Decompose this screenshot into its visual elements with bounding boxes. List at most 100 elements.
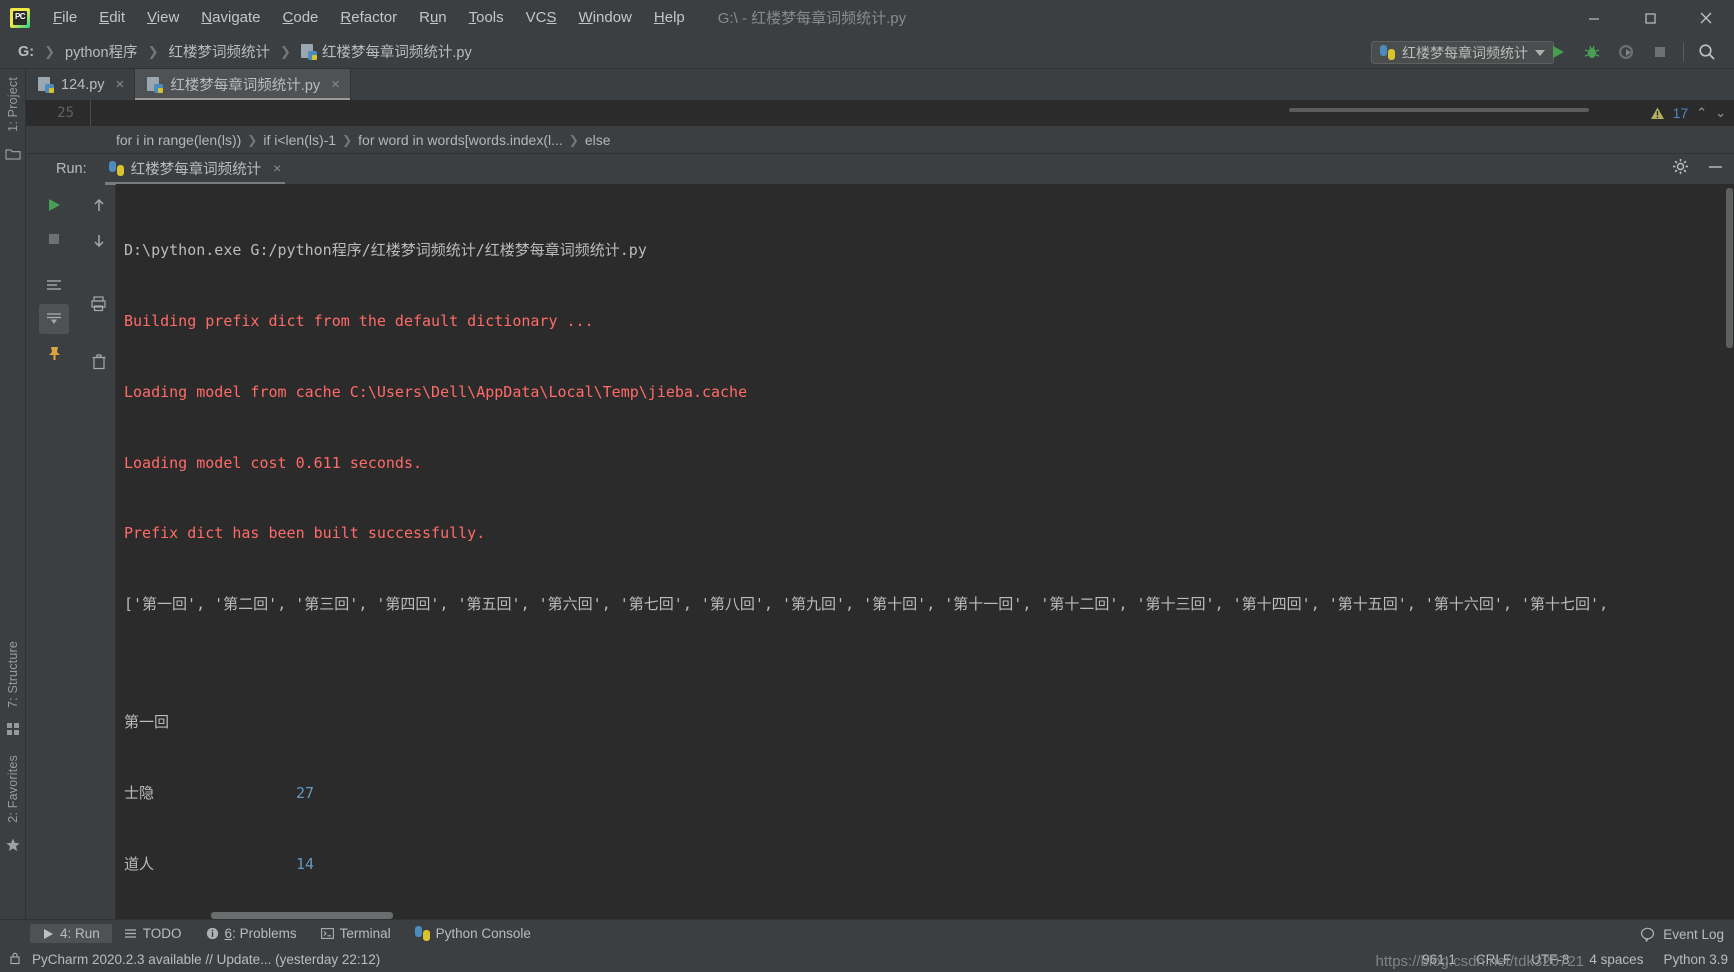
python-file-icon xyxy=(38,76,54,93)
pycharm-logo-icon: PC xyxy=(10,7,30,28)
scroll-to-end-icon[interactable] xyxy=(39,304,69,334)
code-breadcrumb-item-2[interactable]: for word in words[words.index(l... xyxy=(358,132,563,148)
tool-window-button-problems[interactable]: 6: Problems xyxy=(194,924,309,943)
close-icon[interactable]: × xyxy=(273,160,281,176)
run-actions-column-1[interactable] xyxy=(26,184,82,919)
menu-item-refactor[interactable]: Refactor xyxy=(329,5,408,30)
console-vertical-scrollbar[interactable] xyxy=(1726,188,1733,348)
breadcrumb-item-drive[interactable]: G: xyxy=(14,42,38,62)
run-configuration-selector[interactable]: 红楼梦每章词频统计 xyxy=(1371,41,1554,64)
word-label: 道人 xyxy=(124,854,155,873)
menu-item-view[interactable]: View xyxy=(136,5,190,30)
python-file-icon xyxy=(147,76,164,93)
editor-tab-label: 红楼梦每章词频统计.py xyxy=(170,78,321,94)
menu-item-navigate[interactable]: Navigate xyxy=(190,5,271,30)
breadcrumb-item-file[interactable]: 红楼梦每章词频统计.py xyxy=(297,39,476,64)
status-bar-right[interactable]: 961:1 CRLF UTF-8 4 spaces Python 3.9 xyxy=(1422,947,1728,972)
menu-item-code[interactable]: Code xyxy=(272,5,330,30)
close-icon[interactable]: × xyxy=(331,76,340,93)
editor-tab-bar[interactable]: 124.py × 红楼梦每章词频统计.py × xyxy=(26,69,1734,100)
lock-icon[interactable] xyxy=(8,951,22,968)
code-breadcrumb-item-3[interactable]: else xyxy=(585,132,611,148)
code-breadcrumb-item-0[interactable]: for i in range(len(ls)) xyxy=(116,132,241,148)
down-arrow-icon[interactable] xyxy=(84,226,114,256)
gutter-divider xyxy=(90,100,91,126)
chevron-down-icon[interactable] xyxy=(1535,49,1545,56)
menu-item-window[interactable]: Window xyxy=(568,5,643,30)
minimize-button[interactable] xyxy=(1566,0,1622,35)
pin-icon[interactable] xyxy=(39,338,69,368)
code-breadcrumb[interactable]: for i in range(len(ls)) ❯ if i<len(ls)-1… xyxy=(26,126,1734,154)
window-controls[interactable] xyxy=(1566,0,1734,35)
console-horizontal-scrollbar[interactable] xyxy=(211,912,393,919)
indent-setting[interactable]: 4 spaces xyxy=(1589,952,1643,967)
run-window-actions[interactable] xyxy=(1672,154,1724,184)
menu-bar[interactable]: File Edit View Navigate Code Refactor Ru… xyxy=(42,5,696,30)
soft-wrap-icon[interactable] xyxy=(39,270,69,300)
chevron-up-icon[interactable]: ⌃ xyxy=(1696,105,1707,121)
breadcrumb-separator: ❯ xyxy=(44,43,56,59)
grid-icon[interactable] xyxy=(6,722,20,741)
word-label: 士隐 xyxy=(124,783,155,802)
print-icon[interactable] xyxy=(84,288,114,318)
breadcrumb-separator: ❯ xyxy=(247,132,258,147)
tool-window-button-todo[interactable]: TODO xyxy=(112,924,194,943)
tool-window-button-python-console[interactable]: Python Console xyxy=(403,924,543,943)
maximize-button[interactable] xyxy=(1622,0,1678,35)
line-separator[interactable]: CRLF xyxy=(1476,952,1511,967)
stop-icon[interactable] xyxy=(1649,41,1671,63)
sidebar-item-project[interactable]: 1: Project xyxy=(6,69,20,140)
coverage-icon[interactable] xyxy=(1615,41,1637,63)
menu-item-run[interactable]: Run xyxy=(408,5,458,30)
run-toolbar[interactable] xyxy=(1547,35,1726,69)
sidebar-item-favorites[interactable]: 2: Favorites xyxy=(6,747,20,831)
python-file-icon xyxy=(300,43,317,60)
main-body: 1: Project 7: Structure 2: Favorites 124… xyxy=(0,69,1734,919)
python-interpreter[interactable]: Python 3.9 xyxy=(1663,952,1728,967)
run-icon xyxy=(44,928,53,939)
gear-icon[interactable] xyxy=(1672,158,1689,180)
run-actions-column-2[interactable] xyxy=(82,184,116,919)
menu-item-file[interactable]: File xyxy=(42,5,88,30)
breadcrumb[interactable]: G: ❯ python程序 ❯ 红楼梦词频统计 ❯ 红楼梦每章词频统计.py xyxy=(14,39,476,64)
console-line: Loading model from cache C:\Users\Dell\A… xyxy=(124,382,748,401)
search-icon[interactable] xyxy=(1696,41,1718,63)
breadcrumb-separator: ❯ xyxy=(568,132,579,147)
inspection-widget[interactable]: 17 ⌃ ⌄ xyxy=(1650,100,1726,126)
tool-window-button-run[interactable]: 4: Run xyxy=(30,924,112,943)
menu-item-tools[interactable]: Tools xyxy=(458,5,515,30)
close-button[interactable] xyxy=(1678,0,1734,35)
status-message[interactable]: PyCharm 2020.2.3 available // Update... … xyxy=(32,952,380,967)
sidebar-item-structure[interactable]: 7: Structure xyxy=(6,633,20,716)
toolbar-divider xyxy=(1683,43,1684,61)
caret-position[interactable]: 961:1 xyxy=(1422,952,1456,967)
event-log-button[interactable]: Event Log xyxy=(1640,920,1724,948)
editor-horizontal-scrollbar[interactable] xyxy=(1289,108,1589,112)
rerun-icon[interactable] xyxy=(39,190,69,220)
debug-icon[interactable] xyxy=(1581,41,1603,63)
menu-item-help[interactable]: Help xyxy=(643,5,696,30)
close-icon[interactable]: × xyxy=(116,76,125,93)
up-arrow-icon[interactable] xyxy=(84,190,114,220)
run-tab[interactable]: 红楼梦每章词频统计 × xyxy=(103,154,288,185)
breadcrumb-separator: ❯ xyxy=(279,43,291,59)
breadcrumb-item-project[interactable]: python程序 xyxy=(61,39,142,64)
menu-item-vcs[interactable]: VCS xyxy=(515,5,568,30)
stop-icon[interactable] xyxy=(39,224,69,254)
folder-icon[interactable] xyxy=(4,146,21,167)
bottom-tool-bar[interactable]: 4: Run TODO 6: Problems Terminal Python … xyxy=(0,919,1734,947)
console-output[interactable]: D:\python.exe G:/python程序/红楼梦词频统计/红楼梦每章词… xyxy=(116,184,1734,919)
editor-tab-124[interactable]: 124.py × xyxy=(26,69,136,100)
navigation-bar: G: ❯ python程序 ❯ 红楼梦词频统计 ❯ 红楼梦每章词频统计.py 红… xyxy=(0,35,1734,69)
trash-icon[interactable] xyxy=(84,346,114,376)
chevron-down-icon[interactable]: ⌄ xyxy=(1715,105,1726,121)
code-breadcrumb-item-1[interactable]: if i<len(ls)-1 xyxy=(263,132,336,148)
breadcrumb-item-folder[interactable]: 红楼梦词频统计 xyxy=(164,39,274,64)
tool-window-button-terminal[interactable]: Terminal xyxy=(309,924,403,943)
run-icon[interactable] xyxy=(1547,41,1569,63)
minimize-icon[interactable] xyxy=(1707,158,1724,180)
editor-tab-hongloumeng[interactable]: 红楼梦每章词频统计.py × xyxy=(135,69,351,100)
file-encoding[interactable]: UTF-8 xyxy=(1531,952,1569,967)
menu-item-edit[interactable]: Edit xyxy=(88,5,136,30)
star-icon[interactable] xyxy=(5,837,21,858)
